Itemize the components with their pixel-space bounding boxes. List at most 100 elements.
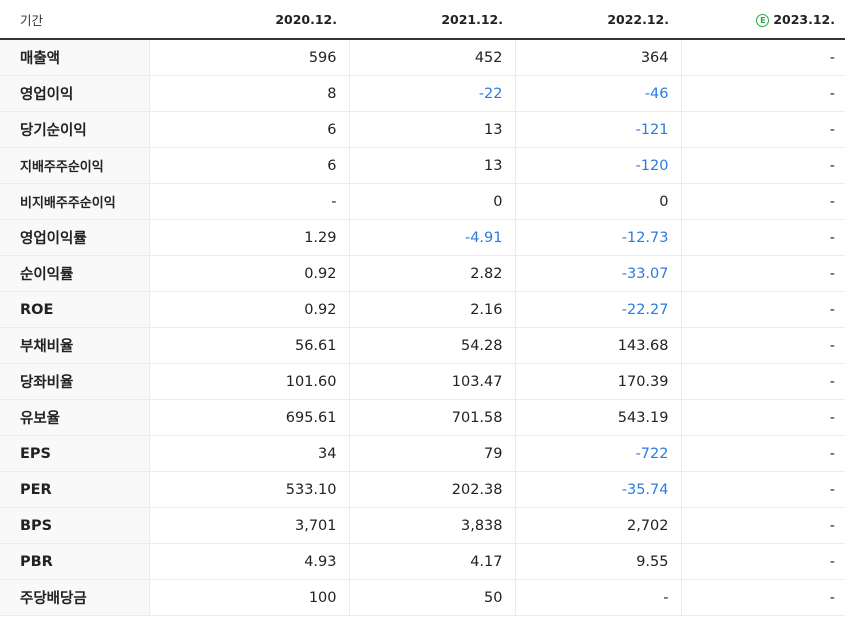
row-label: 부채비율 — [0, 327, 150, 364]
table-row: 지배주주순이익 6 13 -120 - — [0, 147, 845, 184]
table-cell: 170.39 — [515, 363, 682, 400]
table-cell: - — [681, 255, 845, 292]
table-row: 영업이익 8 -22 -46 - — [0, 75, 845, 112]
row-label: 순이익률 — [0, 255, 150, 292]
table-cell: - — [681, 579, 845, 616]
column-header-2021: 2021.12. — [349, 0, 515, 40]
column-header-2023-label: 2023.12. — [773, 11, 835, 27]
table-row: 유보율 695.61 701.58 543.19 - — [0, 399, 845, 436]
table-cell: 4.17 — [349, 543, 516, 580]
row-label: 영업이익 — [0, 75, 150, 112]
table-cell: - — [681, 471, 845, 508]
table-cell: 6 — [149, 147, 350, 184]
table-cell: -722 — [515, 435, 682, 472]
table-row: 주당배당금 100 50 - - — [0, 579, 845, 616]
row-label: ROE — [0, 291, 150, 328]
table-cell: 695.61 — [149, 399, 350, 436]
table-row: 순이익률 0.92 2.82 -33.07 - — [0, 255, 845, 292]
table-cell: 596 — [149, 39, 350, 76]
table-cell: 1.29 — [149, 219, 350, 256]
table-cell: - — [681, 75, 845, 112]
table-cell: - — [681, 291, 845, 328]
row-label: 당좌비율 — [0, 363, 150, 400]
table-cell: - — [681, 147, 845, 184]
table-cell: 101.60 — [149, 363, 350, 400]
column-header-2022: 2022.12. — [515, 0, 681, 40]
row-label: 비지배주주순이익 — [0, 183, 150, 220]
table-cell: 8 — [149, 75, 350, 112]
table-row: 매출액 596 452 364 - — [0, 39, 845, 76]
table-cell: - — [681, 543, 845, 580]
table-cell: - — [515, 579, 682, 616]
table-cell: 13 — [349, 147, 516, 184]
table-cell: - — [681, 507, 845, 544]
table-cell: 100 — [149, 579, 350, 616]
row-label: PBR — [0, 543, 150, 580]
table-cell: 13 — [349, 111, 516, 148]
table-cell: 143.68 — [515, 327, 682, 364]
table-row: 영업이익률 1.29 -4.91 -12.73 - — [0, 219, 845, 256]
table-row: 당좌비율 101.60 103.47 170.39 - — [0, 363, 845, 400]
table-cell: 3,701 — [149, 507, 350, 544]
column-header-2023-estimate: E 2023.12. — [681, 0, 845, 40]
table-cell: -12.73 — [515, 219, 682, 256]
financial-summary-table: 기간 2020.12. 2021.12. 2022.12. E 2023.12. … — [0, 0, 845, 616]
row-label: 유보율 — [0, 399, 150, 436]
table-cell: 103.47 — [349, 363, 516, 400]
row-label: 지배주주순이익 — [0, 147, 150, 184]
table-cell: 56.61 — [149, 327, 350, 364]
table-cell: - — [681, 39, 845, 76]
row-label: 당기순이익 — [0, 111, 150, 148]
table-cell: 54.28 — [349, 327, 516, 364]
row-label: 매출액 — [0, 39, 150, 76]
table-cell: - — [681, 183, 845, 220]
table-cell: -35.74 — [515, 471, 682, 508]
table-cell: - — [681, 435, 845, 472]
table-row: PER 533.10 202.38 -35.74 - — [0, 471, 845, 508]
table-cell: 4.93 — [149, 543, 350, 580]
table-row: 비지배주주순이익 - 0 0 - — [0, 183, 845, 220]
table-cell: -22.27 — [515, 291, 682, 328]
table-cell: 2.16 — [349, 291, 516, 328]
table-row: ROE 0.92 2.16 -22.27 - — [0, 291, 845, 328]
column-header-2020: 2020.12. — [149, 0, 349, 40]
table-cell: -120 — [515, 147, 682, 184]
table-cell: 202.38 — [349, 471, 516, 508]
row-label: 주당배당금 — [0, 579, 150, 616]
table-cell: 0 — [349, 183, 516, 220]
table-cell: 364 — [515, 39, 682, 76]
table-row: EPS 34 79 -722 - — [0, 435, 845, 472]
table-cell: 452 — [349, 39, 516, 76]
table-cell: 0.92 — [149, 255, 350, 292]
table-cell: 0 — [515, 183, 682, 220]
table-cell: 2.82 — [349, 255, 516, 292]
table-cell: - — [681, 363, 845, 400]
table-cell: - — [681, 219, 845, 256]
table-cell: -121 — [515, 111, 682, 148]
table-cell: 79 — [349, 435, 516, 472]
table-row: 당기순이익 6 13 -121 - — [0, 111, 845, 148]
row-label: 영업이익률 — [0, 219, 150, 256]
table-cell: 9.55 — [515, 543, 682, 580]
row-label: PER — [0, 471, 150, 508]
estimate-icon: E — [756, 13, 770, 27]
row-label: EPS — [0, 435, 150, 472]
table-cell: 543.19 — [515, 399, 682, 436]
table-row: PBR 4.93 4.17 9.55 - — [0, 543, 845, 580]
table-row: 부채비율 56.61 54.28 143.68 - — [0, 327, 845, 364]
period-header: 기간 — [0, 0, 149, 40]
table-cell: - — [681, 399, 845, 436]
table-cell: 0.92 — [149, 291, 350, 328]
header-row: 기간 2020.12. 2021.12. 2022.12. E 2023.12. — [0, 0, 845, 40]
table-cell: 34 — [149, 435, 350, 472]
table-cell: -33.07 — [515, 255, 682, 292]
table-cell: -22 — [349, 75, 516, 112]
table-cell: 50 — [349, 579, 516, 616]
table-cell: 2,702 — [515, 507, 682, 544]
table-cell: 3,838 — [349, 507, 516, 544]
table-cell: 533.10 — [149, 471, 350, 508]
table-cell: - — [681, 327, 845, 364]
row-label: BPS — [0, 507, 150, 544]
table-cell: 6 — [149, 111, 350, 148]
table-cell: 701.58 — [349, 399, 516, 436]
